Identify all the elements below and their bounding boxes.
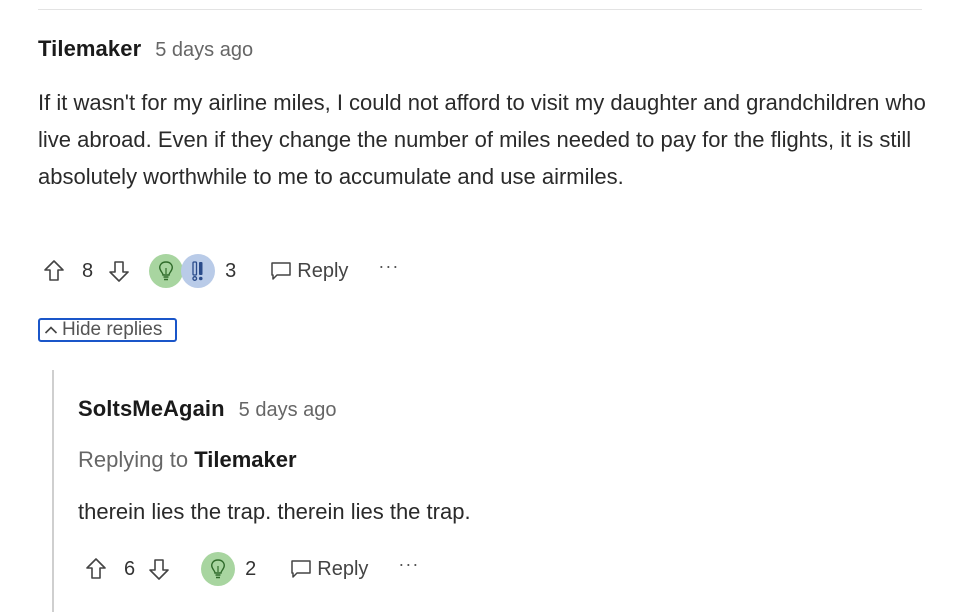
reply-upvote-count: 6 <box>124 557 136 580</box>
hide-replies-label: Hide replies <box>62 319 163 340</box>
reactions-count: 3 <box>225 259 237 282</box>
comment-author[interactable]: Tilemaker <box>38 36 141 62</box>
exclamation-icon <box>181 254 216 288</box>
arrow-down-icon <box>149 559 169 580</box>
reply-more-options-button[interactable]: ··· <box>398 555 419 573</box>
hide-replies-button[interactable]: Hide replies <box>38 318 177 342</box>
reply-author[interactable]: SoltsMeAgain <box>78 396 225 422</box>
upvote-button[interactable] <box>42 256 66 286</box>
arrow-up-icon <box>44 260 64 281</box>
reply-timestamp: 5 days ago <box>238 399 337 421</box>
upvote-count: 8 <box>82 259 94 282</box>
top-divider <box>38 9 922 10</box>
replying-to: Replying to Tilemaker <box>78 447 297 473</box>
reply-header: SoltsMeAgain 5 days ago <box>78 396 337 422</box>
downvote-button[interactable] <box>107 256 131 286</box>
comment-timestamp: 5 days ago <box>155 39 254 61</box>
replying-to-author[interactable]: Tilemaker <box>194 447 296 472</box>
reply-reactions-count: 2 <box>245 557 257 580</box>
reply-reactions-button[interactable] <box>201 552 236 586</box>
comment-header: Tilemaker 5 days ago <box>38 36 253 62</box>
reply-downvote-button[interactable] <box>147 554 171 584</box>
comment-icon <box>291 560 311 578</box>
reply-button[interactable]: Reply <box>270 260 348 283</box>
replying-to-prefix: Replying to <box>78 447 189 472</box>
more-options-button[interactable]: ··· <box>378 257 399 275</box>
arrow-down-icon <box>109 261 129 282</box>
lightbulb-icon <box>201 552 236 586</box>
comment-actions: 8 3 Reply ··· <box>42 254 399 288</box>
reply-label: Reply <box>297 259 349 282</box>
reactions-button[interactable] <box>149 254 216 288</box>
reply-upvote-button[interactable] <box>84 554 108 584</box>
thread-line <box>52 370 54 612</box>
chevron-up-icon <box>44 326 58 334</box>
reply-body: therein lies the trap. therein lies the … <box>78 499 471 524</box>
lightbulb-icon <box>149 254 184 288</box>
reply-actions: 6 2 Reply ··· <box>84 552 419 586</box>
reply-reply-button[interactable]: Reply <box>290 558 368 581</box>
comment-body: If it wasn't for my airline miles, I cou… <box>38 90 926 189</box>
reply-reply-label: Reply <box>317 557 369 580</box>
comment-icon <box>271 262 291 280</box>
arrow-up-icon <box>86 558 106 579</box>
